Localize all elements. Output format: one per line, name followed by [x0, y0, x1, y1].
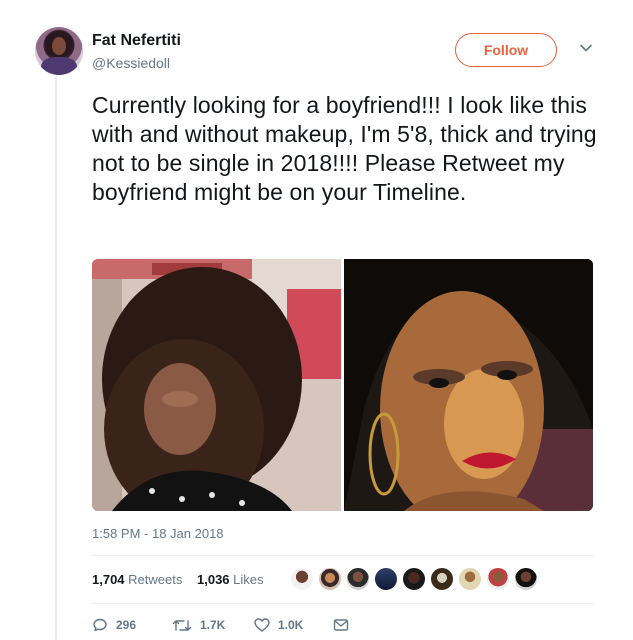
liker-avatar[interactable] [374, 567, 398, 591]
retweet-count: 1.7K [200, 618, 226, 632]
like-count: 1.0K [278, 618, 304, 632]
retweets-label: Retweets [128, 572, 183, 587]
follow-button[interactable]: Follow [455, 33, 557, 67]
liker-avatar[interactable] [514, 567, 538, 591]
envelope-icon [333, 619, 349, 631]
divider [92, 555, 593, 556]
retweet-icon [172, 620, 192, 631]
retweets-stat[interactable]: 1,704 Retweets [92, 572, 182, 587]
retweets-count: 1,704 [92, 572, 125, 587]
tweet-media[interactable] [92, 259, 593, 511]
liker-avatar[interactable] [346, 567, 370, 591]
likes-stat[interactable]: 1,036 Likes [197, 572, 264, 587]
chevron-down-icon[interactable] [578, 40, 594, 56]
tweet-text: Currently looking for a boyfriend!!! I l… [92, 92, 597, 205]
divider [92, 603, 593, 604]
liker-avatar[interactable] [430, 567, 454, 591]
liker-avatar[interactable] [402, 567, 426, 591]
liker-avatar[interactable] [486, 567, 510, 591]
liker-avatar[interactable] [318, 567, 342, 591]
liker-avatar[interactable] [458, 567, 482, 591]
like-button[interactable]: 1.0K [254, 617, 303, 633]
photo-without-makeup[interactable] [92, 259, 341, 511]
display-name[interactable]: Fat Nefertiti [92, 32, 181, 50]
likes-count: 1,036 [197, 572, 230, 587]
reply-button[interactable]: 296 [92, 617, 136, 633]
heart-icon [254, 618, 270, 632]
tweet-timestamp[interactable]: 1:58 PM - 18 Jan 2018 [92, 526, 224, 541]
thread-line [55, 76, 57, 640]
reply-icon [93, 618, 107, 632]
direct-message-button[interactable] [333, 617, 349, 633]
avatar[interactable] [35, 27, 83, 75]
user-handle[interactable]: @Kessiedoll [92, 55, 170, 71]
likes-label: Likes [233, 572, 264, 587]
reply-count: 296 [116, 618, 137, 632]
liker-avatar[interactable] [290, 567, 314, 591]
retweet-button[interactable]: 1.7K [172, 617, 225, 633]
photo-with-makeup[interactable] [344, 259, 593, 511]
